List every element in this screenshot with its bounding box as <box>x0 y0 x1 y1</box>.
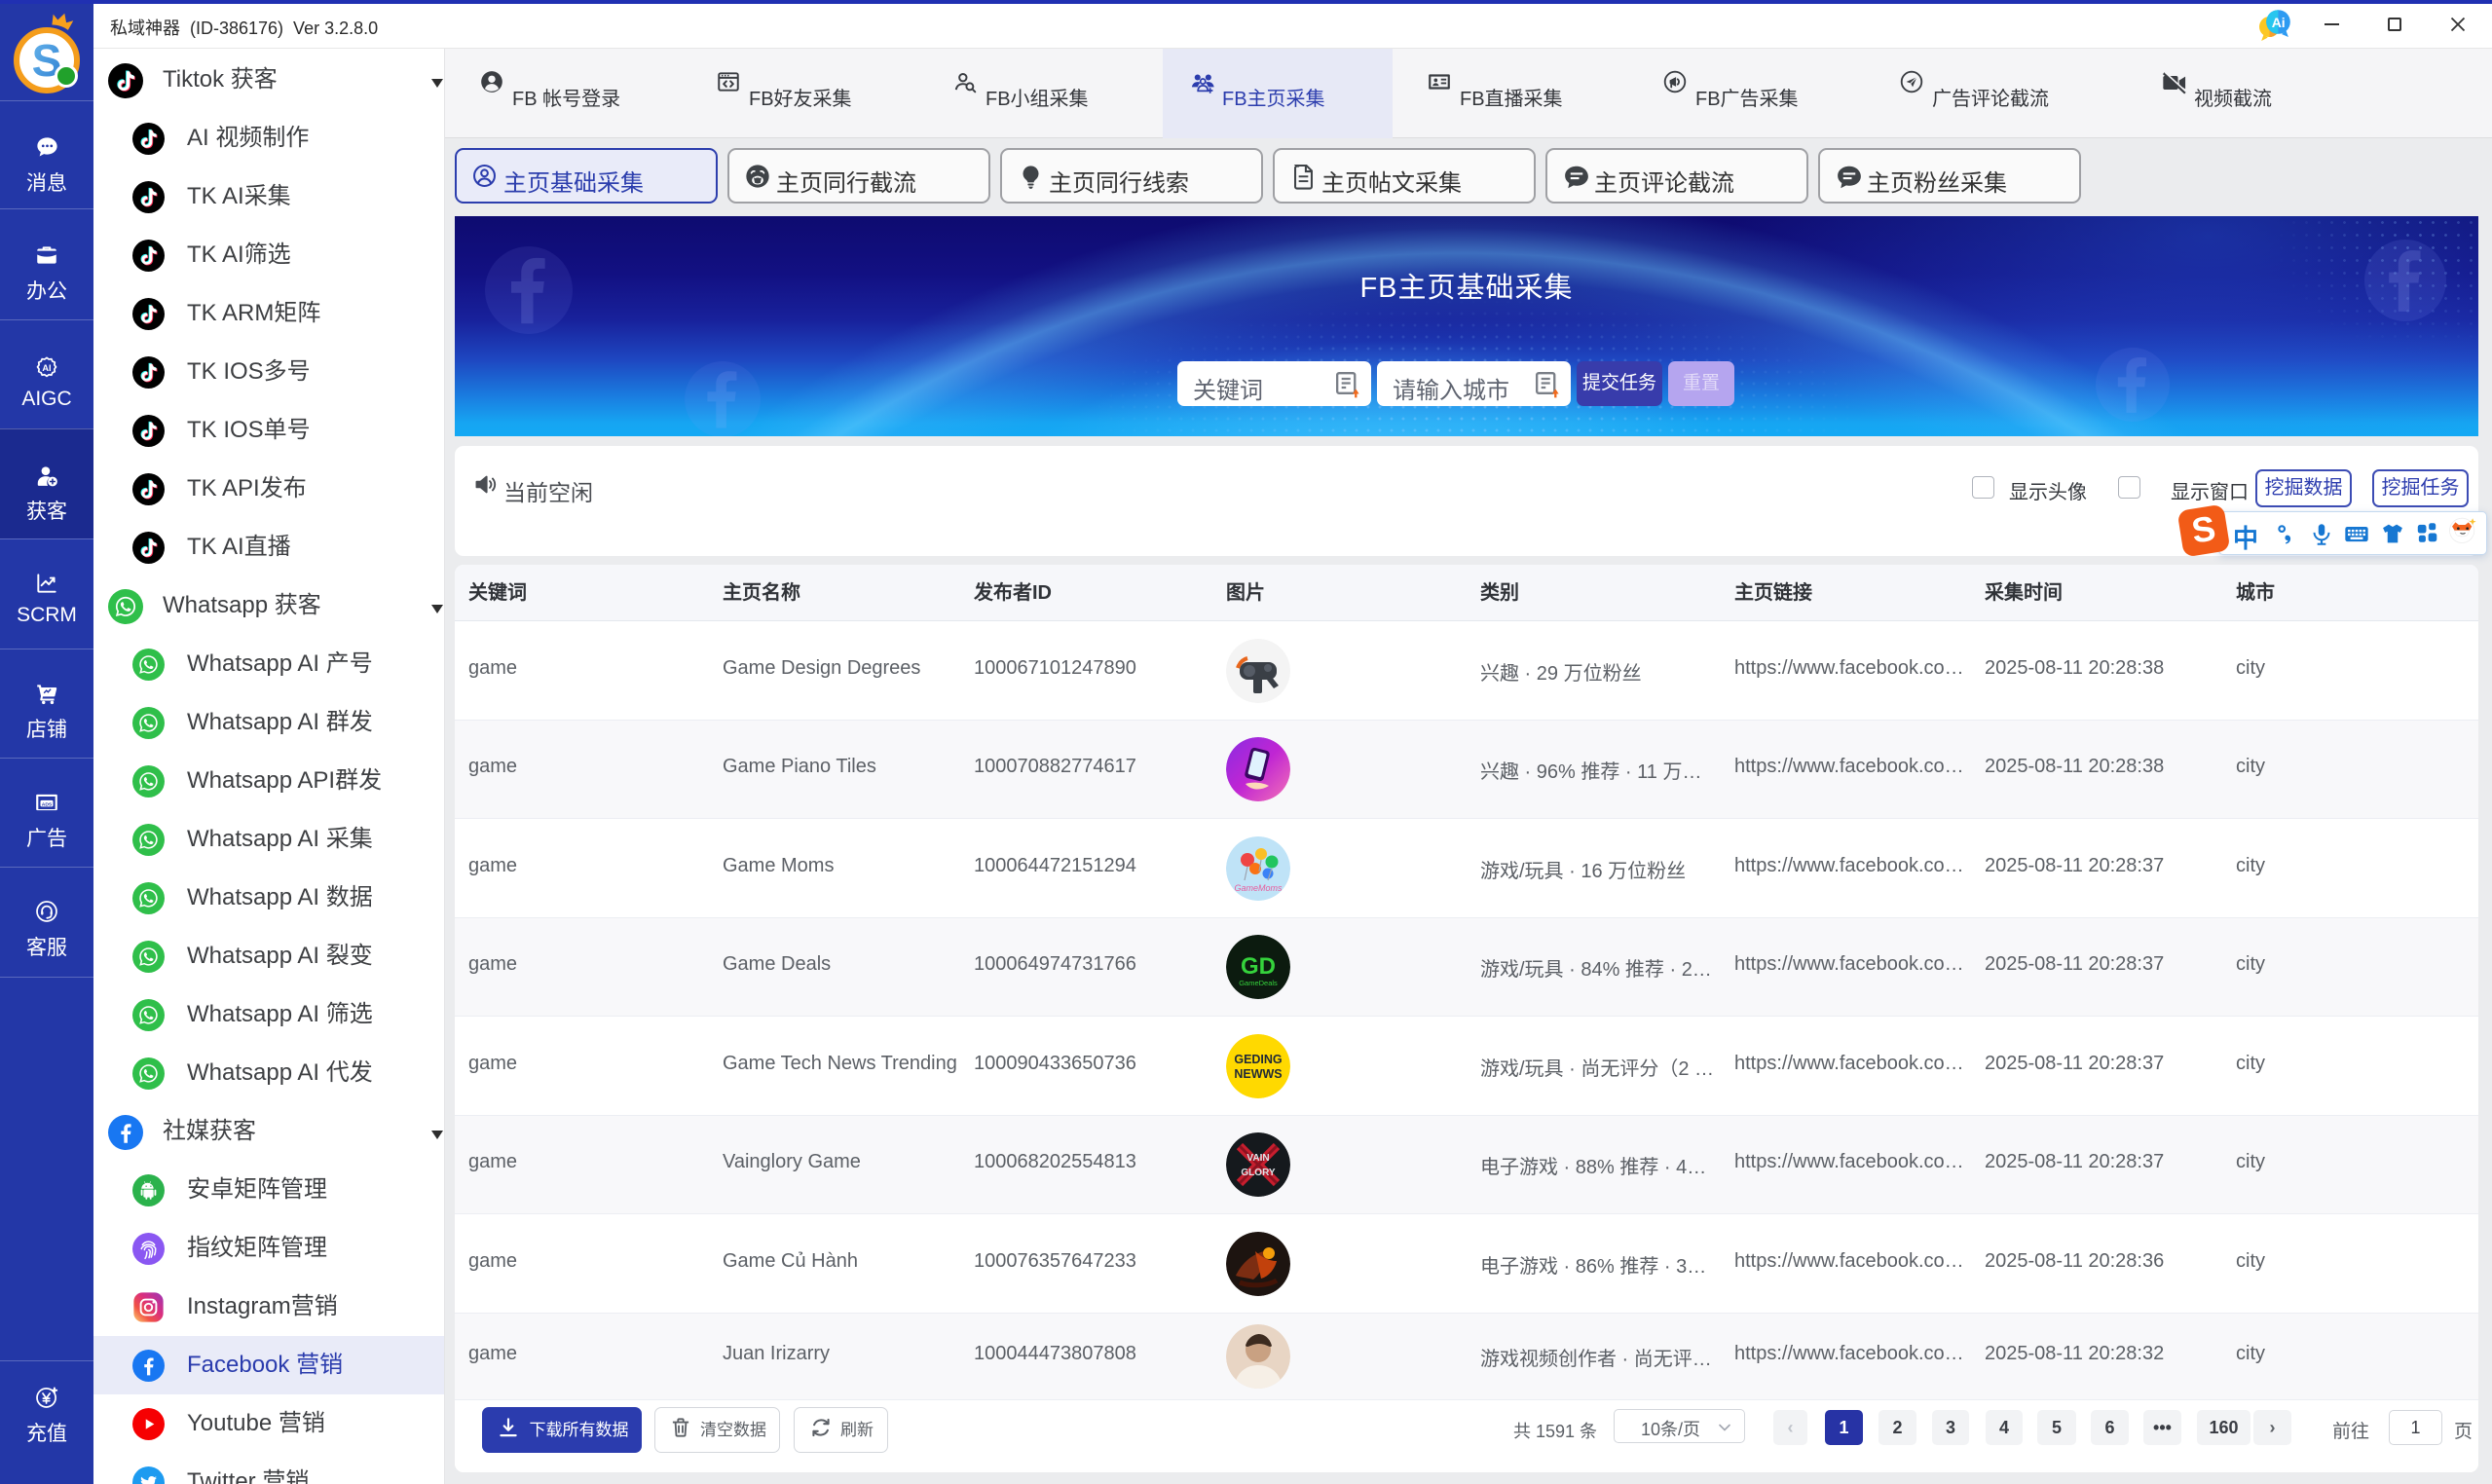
svg-text:VAIN: VAIN <box>1246 1153 1269 1164</box>
svg-text:GameDeals: GameDeals <box>1239 979 1278 987</box>
svg-text:ADS: ADS <box>42 801 53 807</box>
svg-text:Ai: Ai <box>2272 15 2286 30</box>
svg-text:NEWWS: NEWWS <box>1234 1067 1282 1081</box>
svg-text:GD: GD <box>1241 953 1276 980</box>
svg-text:GameMoms: GameMoms <box>1234 883 1283 893</box>
svg-text:AI: AI <box>42 363 51 373</box>
svg-text:GLORY: GLORY <box>1241 1168 1276 1178</box>
svg-text:GEDING: GEDING <box>1234 1053 1282 1066</box>
